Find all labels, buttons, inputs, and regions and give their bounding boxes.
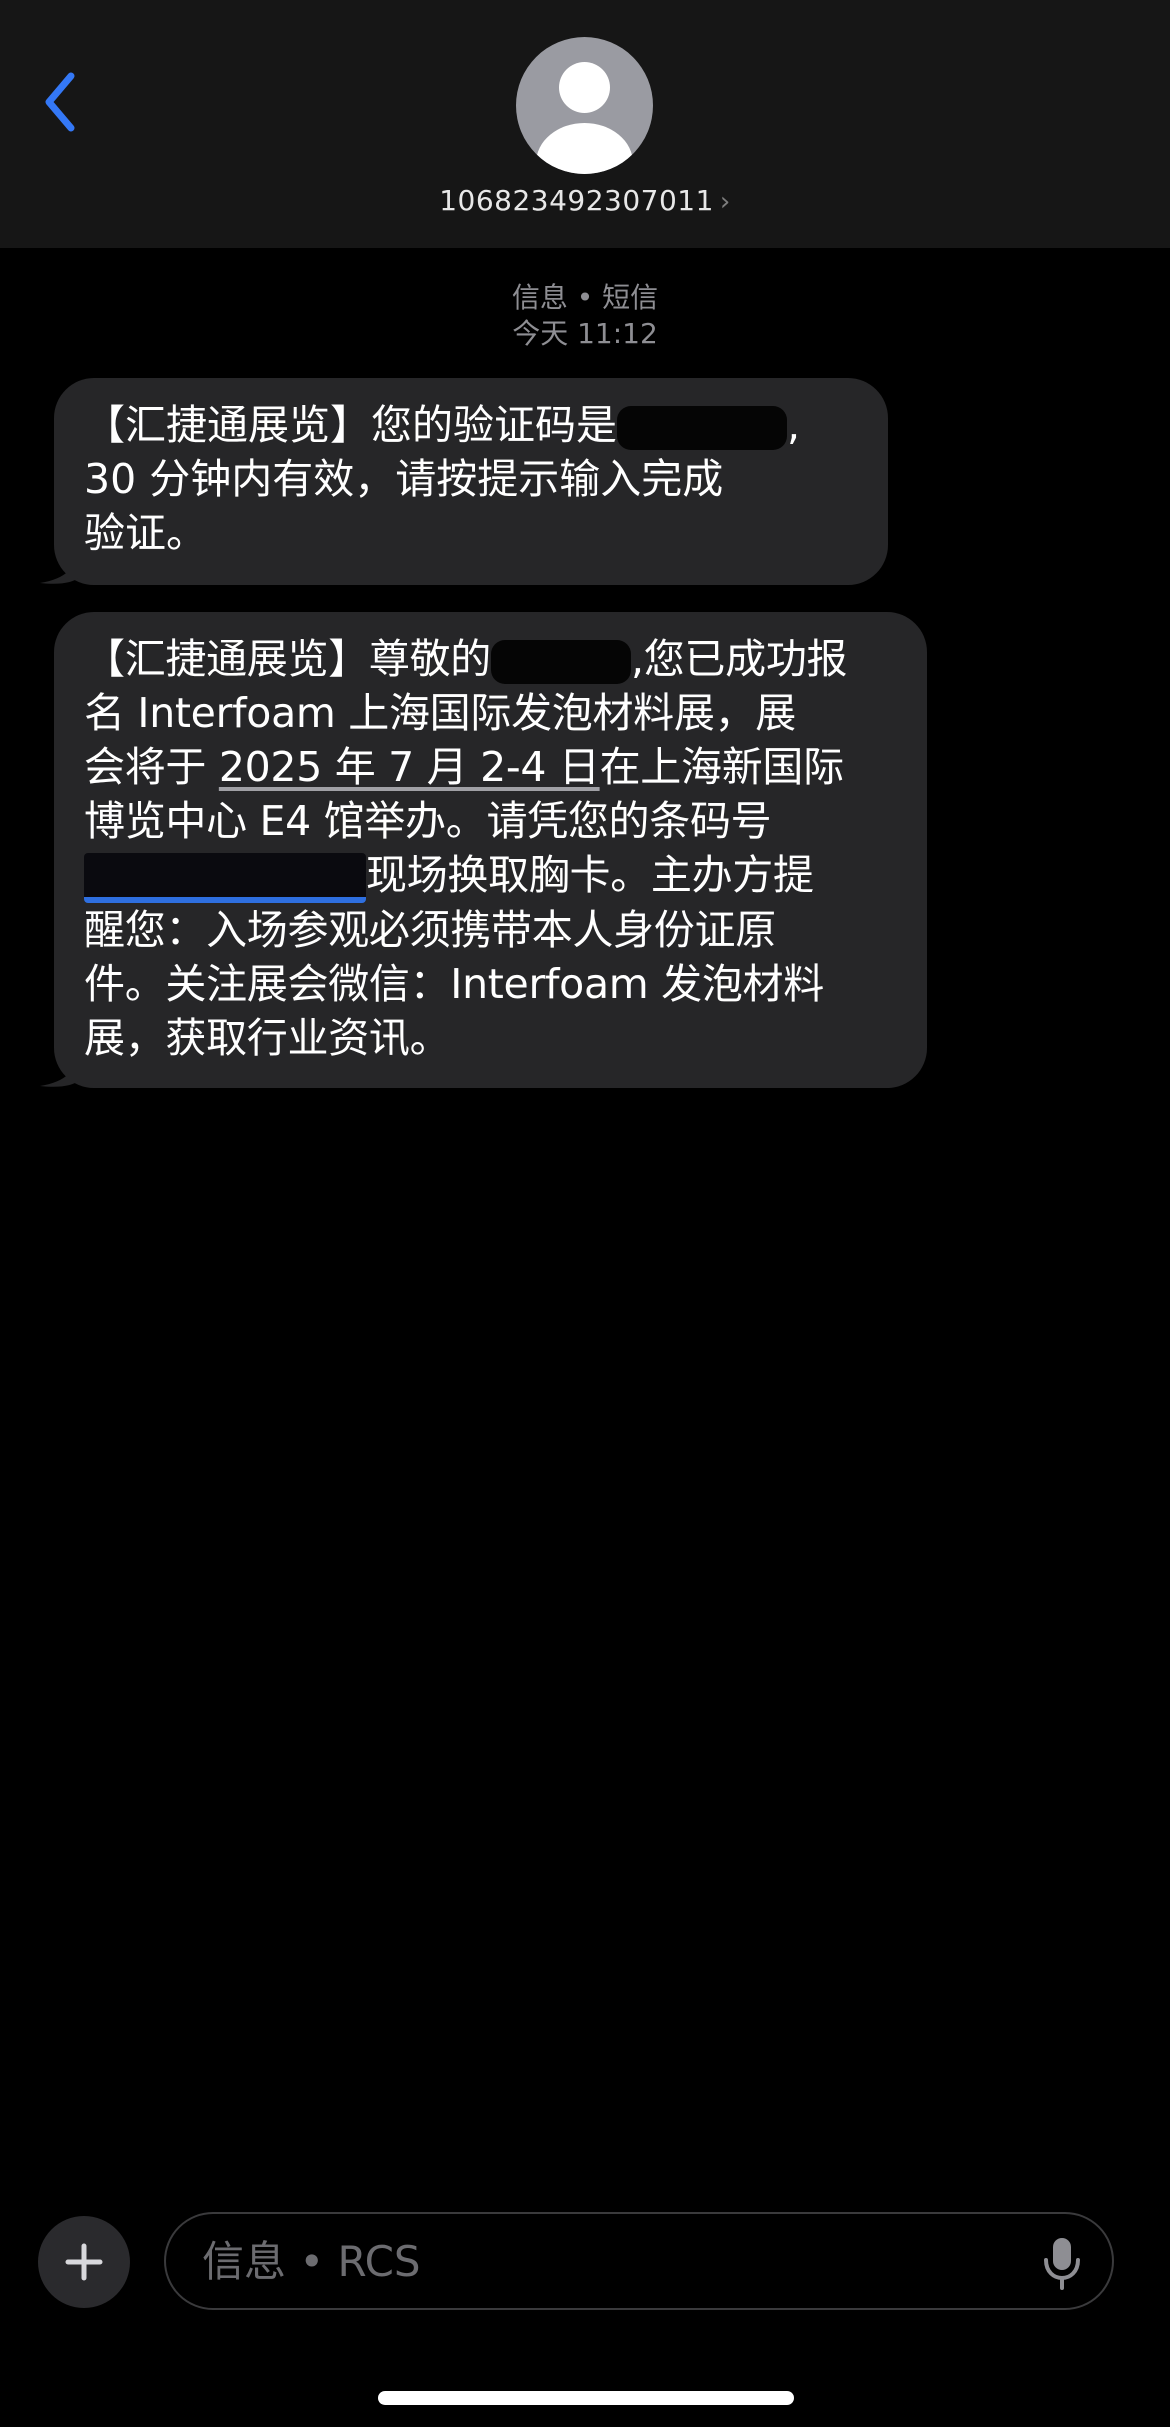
messages-screen: 106823492307011 › 信息 • 短信 今天 11:12 【汇捷通展览… bbox=[0, 0, 1170, 2427]
service-label: 信息 • 短信 bbox=[511, 281, 659, 314]
chevron-left-icon bbox=[45, 72, 75, 132]
message-text: 30 分钟内有效，请按提示输入完成 bbox=[84, 455, 724, 503]
message-text: 醒您：入场参观必须携带本人身份证原 bbox=[84, 906, 776, 954]
redacted-code bbox=[617, 406, 787, 450]
message-text: 件。关注展会微信：Interfoam 发泡材料 bbox=[84, 960, 824, 1008]
message-bubble[interactable]: 【汇捷通展览】尊敬的 ,您已成功报 名 Interfoam 上海国际发泡材料展，展… bbox=[40, 612, 927, 1088]
message-text: 验证。 bbox=[84, 509, 207, 557]
contact-name-button[interactable]: 106823492307011 › bbox=[0, 184, 1170, 217]
message-text: 现场换取胸卡。主办方提 bbox=[366, 851, 814, 899]
thread-meta: 信息 • 短信 今天 11:12 bbox=[0, 280, 1170, 352]
bubble-tail bbox=[40, 549, 80, 584]
message-text: 博览中心 E4 馆举办。请凭您的条码号 bbox=[84, 797, 772, 845]
message-text: 展，获取行业资讯。 bbox=[84, 1014, 451, 1062]
message-text: 【汇捷通展览】您的验证码是 bbox=[84, 401, 617, 449]
back-button[interactable] bbox=[30, 62, 90, 142]
message-text: ,您已成功报 bbox=[631, 635, 848, 683]
conversation-header: 106823492307011 › bbox=[0, 0, 1170, 248]
chevron-right-icon: › bbox=[719, 187, 731, 217]
redacted-barcode-link[interactable] bbox=[84, 853, 366, 903]
message-line: 【汇捷通展览】您的验证码是, bbox=[84, 398, 858, 452]
add-attachment-button[interactable] bbox=[38, 2216, 130, 2308]
home-indicator[interactable] bbox=[378, 2391, 794, 2405]
microphone-icon[interactable] bbox=[1042, 2236, 1082, 2292]
person-silhouette-body bbox=[536, 123, 633, 174]
message-text: 会将于 bbox=[84, 743, 219, 791]
message-line: 【汇捷通展览】尊敬的 ,您已成功报 bbox=[84, 632, 897, 686]
message-bubble[interactable]: 【汇捷通展览】您的验证码是, 30 分钟内有效，请按提示输入完成 验证。 bbox=[40, 378, 888, 585]
message-input-container[interactable] bbox=[164, 2212, 1114, 2310]
person-silhouette-icon bbox=[559, 62, 610, 113]
avatar[interactable] bbox=[516, 37, 653, 174]
message-text: 名 Interfoam 上海国际发泡材料展，展 bbox=[84, 689, 796, 737]
message-line: 现场换取胸卡。主办方提 bbox=[84, 848, 897, 903]
date-link[interactable]: 2025 年 7 月 2-4 日 bbox=[219, 743, 600, 791]
message-text: 【汇捷通展览】尊敬的 bbox=[84, 635, 491, 683]
contact-name: 106823492307011 bbox=[439, 184, 714, 217]
message-text: 在上海新国际 bbox=[599, 743, 845, 791]
message-input[interactable] bbox=[200, 2235, 984, 2287]
redacted-name bbox=[491, 640, 631, 684]
timestamp: 今天 11:12 bbox=[512, 317, 658, 350]
plus-icon bbox=[65, 2243, 103, 2281]
message-line: 会将于 2025 年 7 月 2-4 日在上海新国际 bbox=[84, 740, 897, 794]
message-text: , bbox=[787, 401, 801, 449]
bubble-tail bbox=[40, 1052, 80, 1087]
